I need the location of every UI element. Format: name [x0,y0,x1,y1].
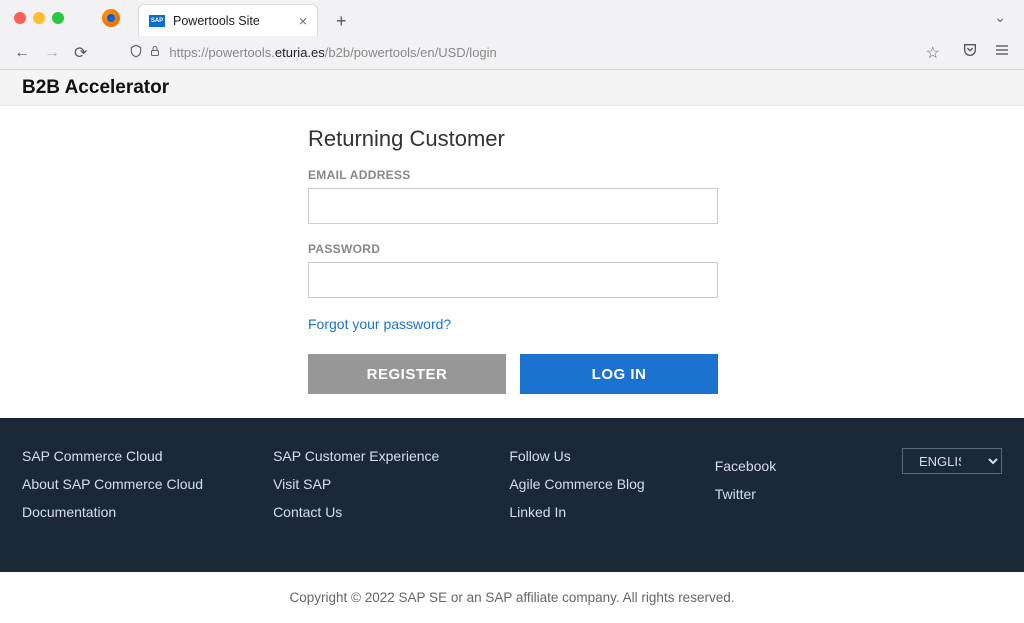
password-label: PASSWORD [308,242,718,256]
url-text: https://powertools.eturia.es/b2b/powerto… [169,45,496,60]
footer-link[interactable]: Documentation [22,504,203,520]
minimize-window-button[interactable] [33,12,45,24]
footer-link[interactable]: About SAP Commerce Cloud [22,476,203,492]
footer-link[interactable]: Facebook [715,458,776,474]
chevron-down-icon[interactable]: ⌄ [994,9,1006,25]
tab-title: Powertools Site [173,14,289,28]
tab-favicon-icon: SAP [149,15,165,27]
login-button[interactable]: LOG IN [520,354,718,394]
firefox-icon [102,9,120,27]
footer-link[interactable]: SAP Commerce Cloud [22,448,203,464]
hamburger-menu-icon[interactable] [994,42,1010,63]
email-label: EMAIL ADDRESS [308,168,718,182]
maximize-window-button[interactable] [52,12,64,24]
login-form: Returning Customer EMAIL ADDRESS PASSWOR… [308,106,718,394]
tabs-overflow: ⌄ [994,9,1016,27]
new-tab-button[interactable]: + [328,7,355,36]
footer-link[interactable]: Agile Commerce Blog [509,476,644,492]
close-window-button[interactable] [14,12,26,24]
password-input[interactable] [308,262,718,298]
bookmark-star-icon[interactable]: ☆ [926,43,940,63]
button-row: REGISTER LOG IN [308,354,718,394]
email-input[interactable] [308,188,718,224]
forgot-password-link[interactable]: Forgot your password? [308,316,718,332]
pocket-icon[interactable] [962,42,978,63]
language-select[interactable]: ENGLISH [902,448,1002,474]
footer-columns: SAP Commerce Cloud About SAP Commerce Cl… [22,448,1002,532]
language-select-wrap: ENGLISH [902,448,1002,532]
footer-col-2: SAP Customer Experience Visit SAP Contac… [273,448,439,532]
footer-col-4: Facebook Twitter [715,458,776,532]
page-content: B2B Accelerator Returning Customer EMAIL… [0,70,1024,623]
footer-link[interactable]: Visit SAP [273,476,439,492]
footer-link[interactable]: SAP Customer Experience [273,448,439,464]
footer-link[interactable]: Twitter [715,486,776,502]
footer-link[interactable]: Linked In [509,504,644,520]
tab-close-icon[interactable]: × [299,13,307,29]
browser-toolbar: ← → ⟳ https://powertools.eturia.es/b2b/p… [0,36,1024,70]
back-button[interactable]: ← [14,44,30,62]
window-controls [8,12,64,24]
browser-titlebar: SAP Powertools Site × + ⌄ [0,0,1024,36]
address-bar[interactable]: https://powertools.eturia.es/b2b/powerto… [121,39,948,67]
footer-link[interactable]: Contact Us [273,504,439,520]
footer: SAP Commerce Cloud About SAP Commerce Cl… [0,418,1024,572]
site-header: B2B Accelerator [0,70,1024,106]
footer-col-1: SAP Commerce Cloud About SAP Commerce Cl… [22,448,203,532]
tab-powertools[interactable]: SAP Powertools Site × [138,4,318,36]
lock-icon [149,45,161,60]
shield-icon [129,44,143,61]
copyright-bar: Copyright © 2022 SAP SE or an SAP affili… [0,572,1024,623]
forward-button: → [44,44,60,62]
register-button[interactable]: REGISTER [308,354,506,394]
footer-heading: Follow Us [509,448,644,464]
footer-col-3: Follow Us Agile Commerce Blog Linked In [509,448,644,532]
reload-button[interactable]: ⟳ [74,43,87,63]
form-title: Returning Customer [308,126,718,152]
tabs-bar: SAP Powertools Site × + [138,0,355,36]
toolbar-right [962,42,1010,63]
site-title: B2B Accelerator [22,77,169,99]
